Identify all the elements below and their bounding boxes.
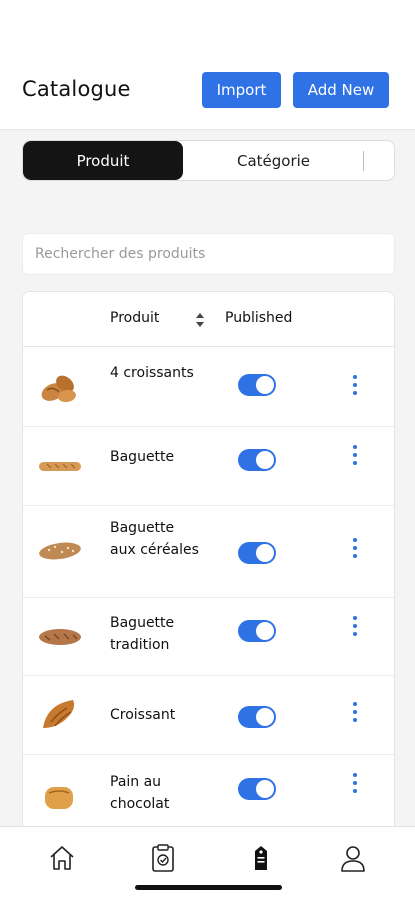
more-options-icon[interactable]	[350, 445, 360, 467]
column-header-published: Published	[225, 310, 293, 326]
more-options-icon[interactable]	[350, 773, 360, 795]
product-name: Baguette	[110, 449, 175, 465]
product-name: Baguette aux céréales	[110, 520, 199, 558]
search-input[interactable]: Rechercher des produits	[22, 233, 395, 275]
product-name: Croissant	[110, 707, 176, 723]
toggle-knob	[256, 622, 274, 640]
published-toggle[interactable]	[238, 449, 276, 471]
tab-produit[interactable]: Produit	[23, 141, 183, 180]
published-toggle[interactable]	[238, 620, 276, 642]
table-row[interactable]: Croissant	[23, 676, 394, 755]
table-header: Produit Published	[23, 292, 394, 347]
product-name: Pain au chocolat	[110, 774, 170, 812]
tag-icon[interactable]	[246, 843, 276, 873]
product-name: Baguette tradition	[110, 615, 175, 653]
column-header-produit[interactable]: Produit	[110, 310, 159, 326]
add-new-button[interactable]: Add New	[293, 72, 389, 108]
product-name: 4 croissants	[110, 365, 194, 381]
home-icon[interactable]	[47, 843, 77, 873]
tradition-baguette-photo-icon	[39, 629, 81, 645]
cereal-baguette-photo-icon	[39, 542, 81, 560]
published-toggle[interactable]	[238, 374, 276, 396]
published-toggle[interactable]	[238, 778, 276, 800]
toggle-knob	[256, 376, 274, 394]
published-toggle[interactable]	[238, 706, 276, 728]
baguette-photo-icon	[39, 462, 81, 471]
product-table: Produit Published 4 croissants Baguette	[22, 291, 395, 851]
tab-divider	[363, 151, 364, 171]
toggle-knob	[256, 451, 274, 469]
more-options-icon[interactable]	[350, 375, 360, 397]
table-row[interactable]: Baguette tradition	[23, 598, 394, 676]
table-row[interactable]: 4 croissants	[23, 348, 394, 427]
croissants-photo-icon	[41, 375, 76, 403]
pain-au-chocolat-photo-icon	[45, 787, 73, 809]
page-title: Catalogue	[22, 77, 131, 101]
table-row[interactable]: Baguette aux céréales	[23, 506, 394, 598]
published-toggle[interactable]	[238, 542, 276, 564]
more-options-icon[interactable]	[350, 616, 360, 638]
tab-bar: Produit Catégorie	[22, 140, 395, 181]
user-icon[interactable]	[338, 843, 368, 873]
header: Catalogue Import Add New	[0, 0, 415, 130]
croissant-photo-icon	[43, 700, 75, 728]
table-row[interactable]: Baguette	[23, 427, 394, 506]
toggle-knob	[256, 780, 274, 798]
toggle-knob	[256, 544, 274, 562]
toggle-knob	[256, 708, 274, 726]
clipboard-icon[interactable]	[148, 843, 178, 873]
sort-icon[interactable]	[195, 312, 205, 328]
home-indicator	[135, 885, 282, 890]
more-options-icon[interactable]	[350, 538, 360, 560]
import-button[interactable]: Import	[202, 72, 281, 108]
more-options-icon[interactable]	[350, 702, 360, 724]
tab-categorie[interactable]: Catégorie	[183, 141, 364, 180]
